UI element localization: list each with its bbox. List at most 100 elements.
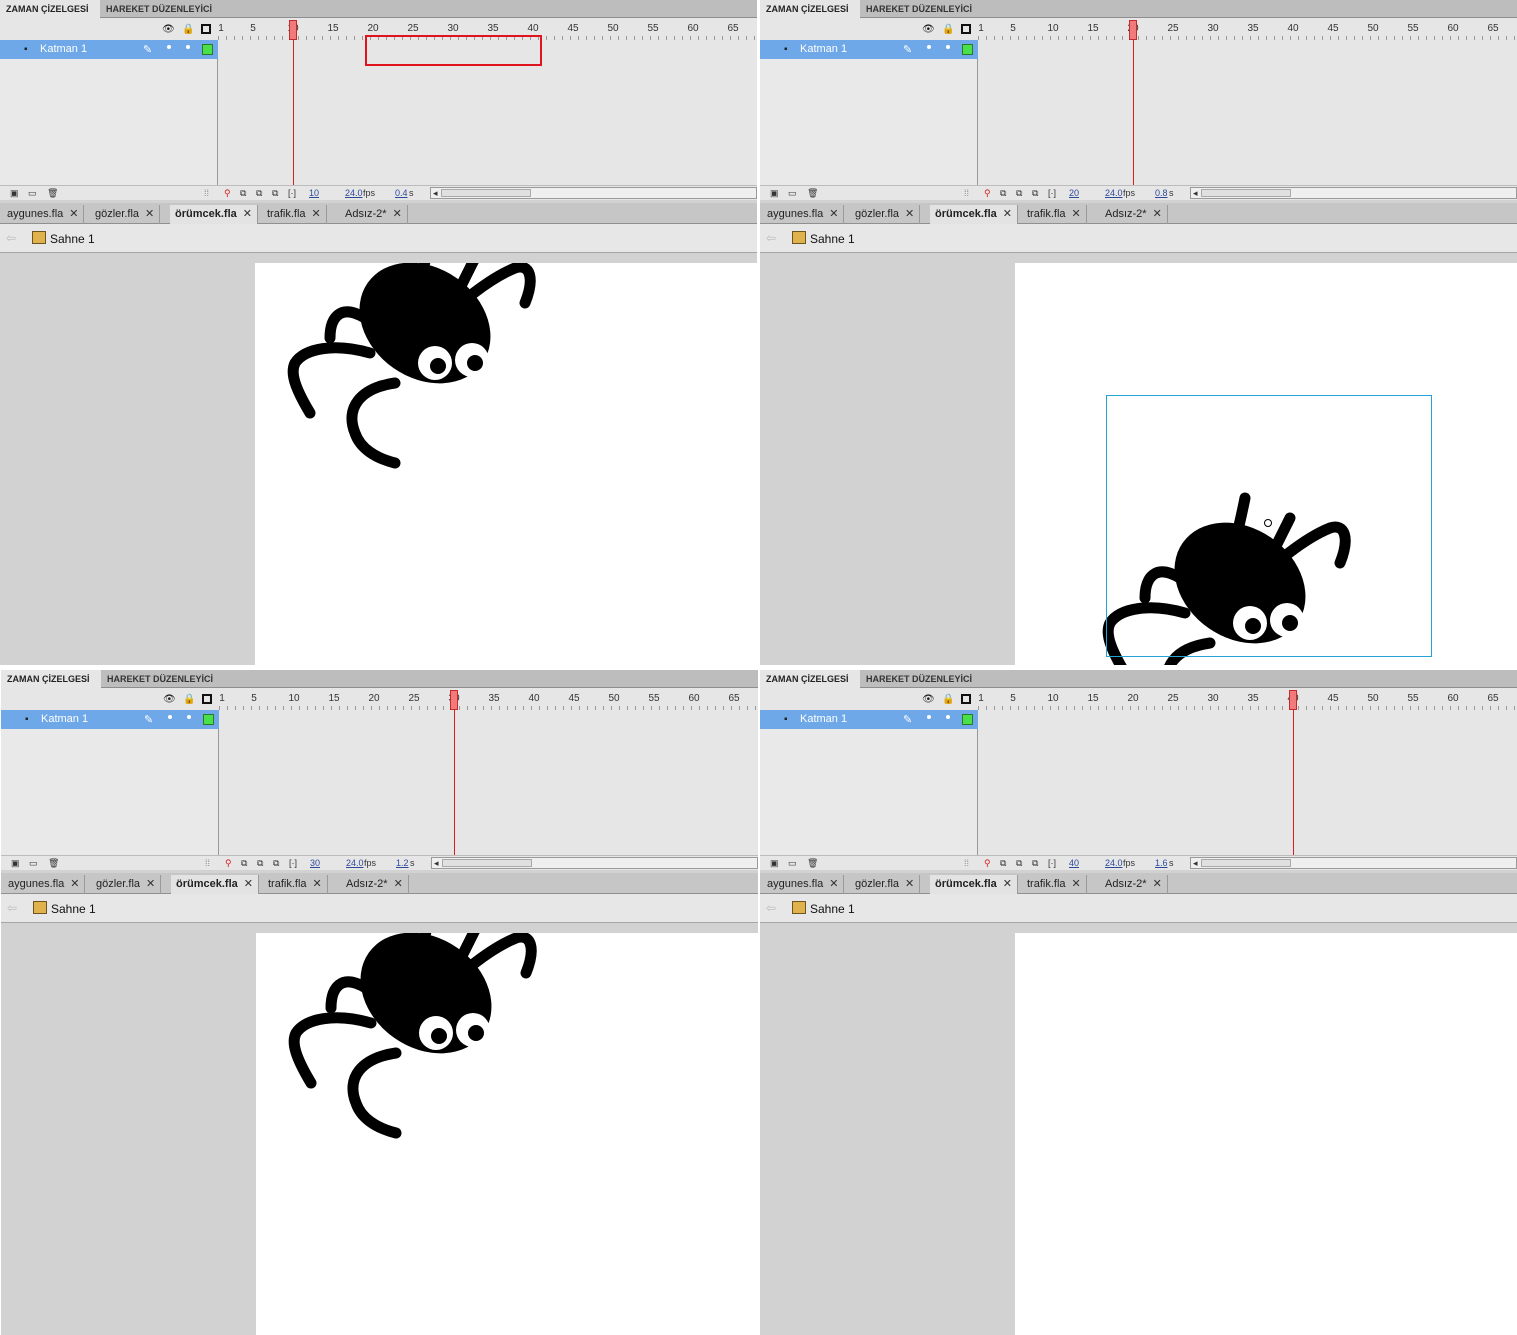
scene-label[interactable]: Sahne 1 bbox=[51, 902, 96, 916]
tab-timeline[interactable]: ZAMAN ÇİZELGESİ bbox=[760, 0, 860, 18]
back-arrow-icon[interactable]: ⇦ bbox=[766, 231, 776, 245]
playhead-handle[interactable] bbox=[1129, 20, 1137, 40]
lock-icon[interactable]: 🔒 bbox=[942, 694, 954, 705]
spider-drawing[interactable] bbox=[256, 933, 758, 1335]
elapsed-time-value[interactable]: 0.8 bbox=[1155, 188, 1168, 198]
lock-dot-icon[interactable] bbox=[946, 715, 950, 719]
frame-ruler[interactable]: 15101520253035404550556065 bbox=[978, 18, 1517, 40]
onion-skin-icon[interactable]: ⧉ bbox=[241, 858, 247, 869]
playhead-handle[interactable] bbox=[289, 20, 297, 40]
close-icon[interactable]: ✕ bbox=[146, 878, 155, 890]
close-icon[interactable]: ✕ bbox=[394, 878, 403, 890]
edit-multiple-icon[interactable]: ⧉ bbox=[272, 188, 278, 199]
doc-tab[interactable]: gözler.fla ✕ bbox=[850, 205, 921, 224]
onion-markers-icon[interactable]: [·] bbox=[1048, 858, 1056, 868]
trash-icon[interactable]: 🗑 bbox=[48, 858, 59, 869]
center-frame-icon[interactable]: ⚲ bbox=[224, 188, 231, 199]
layer-row[interactable]: ▪ Katman 1 ✎ bbox=[760, 40, 1517, 99]
edit-multiple-icon[interactable]: ⧉ bbox=[273, 858, 279, 869]
tab-motion-editor[interactable]: HAREKET DÜZENLEYİCİ bbox=[100, 0, 218, 18]
doc-tab[interactable]: gözler.fla ✕ bbox=[90, 205, 161, 224]
doc-tab[interactable]: aygunes.fla ✕ bbox=[2, 205, 85, 224]
scroll-left-icon[interactable]: ◂ bbox=[1193, 858, 1198, 869]
new-layer-icon[interactable]: ▣ bbox=[770, 188, 779, 199]
visibility-dot-icon[interactable] bbox=[167, 45, 171, 49]
doc-tab[interactable]: gözler.fla ✕ bbox=[91, 875, 162, 894]
layer-color-swatch[interactable] bbox=[202, 44, 213, 55]
scene-label[interactable]: Sahne 1 bbox=[810, 902, 855, 916]
resize-grip-icon[interactable]: ⁞⁞ bbox=[205, 858, 210, 868]
close-icon[interactable]: ✕ bbox=[1072, 208, 1081, 220]
doc-tab[interactable]: örümcek.fla ✕ bbox=[171, 875, 259, 894]
layer-row[interactable]: ▪ Katman 1 ✎ bbox=[1, 710, 758, 769]
timeline-scrollbar[interactable]: ◂ bbox=[1190, 857, 1517, 869]
close-icon[interactable]: ✕ bbox=[829, 208, 838, 220]
layer-name-cell[interactable]: ▪ Katman 1 ✎ bbox=[0, 40, 218, 59]
edit-multiple-icon[interactable]: ⧉ bbox=[1032, 858, 1038, 869]
tab-motion-editor[interactable]: HAREKET DÜZENLEYİCİ bbox=[860, 0, 978, 18]
center-frame-icon[interactable]: ⚲ bbox=[984, 858, 991, 869]
center-frame-icon[interactable]: ⚲ bbox=[225, 858, 232, 869]
center-frame-icon[interactable]: ⚲ bbox=[984, 188, 991, 199]
close-icon[interactable]: ✕ bbox=[145, 208, 154, 220]
doc-tab[interactable]: aygunes.fla ✕ bbox=[3, 875, 86, 894]
doc-tab[interactable]: Adsız-2* ✕ bbox=[1100, 875, 1168, 894]
doc-tab[interactable]: trafik.fla ✕ bbox=[262, 205, 327, 224]
back-arrow-icon[interactable]: ⇦ bbox=[766, 901, 776, 915]
fps-value[interactable]: 24.0 bbox=[345, 188, 363, 198]
scroll-thumb[interactable] bbox=[1201, 189, 1291, 197]
onion-outline-icon[interactable]: ⧉ bbox=[257, 858, 263, 869]
stage[interactable] bbox=[1015, 263, 1517, 665]
layer-color-swatch[interactable] bbox=[962, 44, 973, 55]
tab-timeline[interactable]: ZAMAN ÇİZELGESİ bbox=[760, 670, 860, 688]
new-layer-icon[interactable]: ▣ bbox=[10, 188, 19, 199]
onion-skin-icon[interactable]: ⧉ bbox=[240, 188, 246, 199]
doc-tab[interactable]: Adsız-2* ✕ bbox=[340, 205, 408, 224]
layer-name-cell[interactable]: ▪ Katman 1 ✎ bbox=[760, 40, 978, 59]
resize-grip-icon[interactable]: ⁞⁞ bbox=[964, 188, 969, 198]
timeline-scrollbar[interactable]: ◂ bbox=[431, 857, 758, 869]
stage[interactable] bbox=[255, 263, 757, 665]
playhead-handle[interactable] bbox=[450, 690, 458, 710]
layer-name-cell[interactable]: ▪ Katman 1 ✎ bbox=[1, 710, 219, 729]
close-icon[interactable]: ✕ bbox=[69, 208, 78, 220]
scene-label[interactable]: Sahne 1 bbox=[810, 232, 855, 246]
doc-tab[interactable]: aygunes.fla ✕ bbox=[762, 205, 845, 224]
tab-motion-editor[interactable]: HAREKET DÜZENLEYİCİ bbox=[860, 670, 978, 688]
doc-tab[interactable]: Adsız-2* ✕ bbox=[1100, 205, 1168, 224]
outline-icon[interactable] bbox=[961, 24, 971, 34]
new-folder-icon[interactable]: ▭ bbox=[28, 188, 37, 199]
close-icon[interactable]: ✕ bbox=[1153, 208, 1162, 220]
timeline-scrollbar[interactable]: ◂ bbox=[1190, 187, 1517, 199]
new-layer-icon[interactable]: ▣ bbox=[770, 858, 779, 869]
close-icon[interactable]: ✕ bbox=[312, 208, 321, 220]
close-icon[interactable]: ✕ bbox=[829, 878, 838, 890]
visibility-dot-icon[interactable] bbox=[927, 715, 931, 719]
elapsed-time-value[interactable]: 0.4 bbox=[395, 188, 408, 198]
onion-outline-icon[interactable]: ⧉ bbox=[1016, 858, 1022, 869]
scroll-thumb[interactable] bbox=[441, 189, 531, 197]
current-frame-value[interactable]: 30 bbox=[310, 858, 320, 868]
outline-icon[interactable] bbox=[201, 24, 211, 34]
fps-value[interactable]: 24.0 bbox=[346, 858, 364, 868]
fps-value[interactable]: 24.0 bbox=[1105, 188, 1123, 198]
close-icon[interactable]: ✕ bbox=[243, 208, 252, 220]
stage[interactable] bbox=[1015, 933, 1517, 1335]
visibility-dot-icon[interactable] bbox=[927, 45, 931, 49]
doc-tab[interactable]: gözler.fla ✕ bbox=[850, 875, 921, 894]
lock-icon[interactable]: 🔒 bbox=[942, 24, 954, 35]
outline-icon[interactable] bbox=[961, 694, 971, 704]
scroll-thumb[interactable] bbox=[1201, 859, 1291, 867]
tab-timeline[interactable]: ZAMAN ÇİZELGESİ bbox=[0, 0, 100, 18]
onion-skin-icon[interactable]: ⧉ bbox=[1000, 188, 1006, 199]
elapsed-time-value[interactable]: 1.2 bbox=[396, 858, 409, 868]
doc-tab[interactable]: trafik.fla ✕ bbox=[1022, 875, 1087, 894]
layer-row[interactable]: ▪ Katman 1 ✎ bbox=[760, 710, 1517, 769]
onion-markers-icon[interactable]: [·] bbox=[289, 858, 297, 868]
onion-markers-icon[interactable]: [·] bbox=[1048, 188, 1056, 198]
trash-icon[interactable]: 🗑 bbox=[807, 858, 818, 869]
tab-motion-editor[interactable]: HAREKET DÜZENLEYİCİ bbox=[101, 670, 219, 688]
spider-drawing[interactable] bbox=[255, 263, 757, 665]
current-frame-value[interactable]: 20 bbox=[1069, 188, 1079, 198]
current-frame-value[interactable]: 10 bbox=[309, 188, 319, 198]
